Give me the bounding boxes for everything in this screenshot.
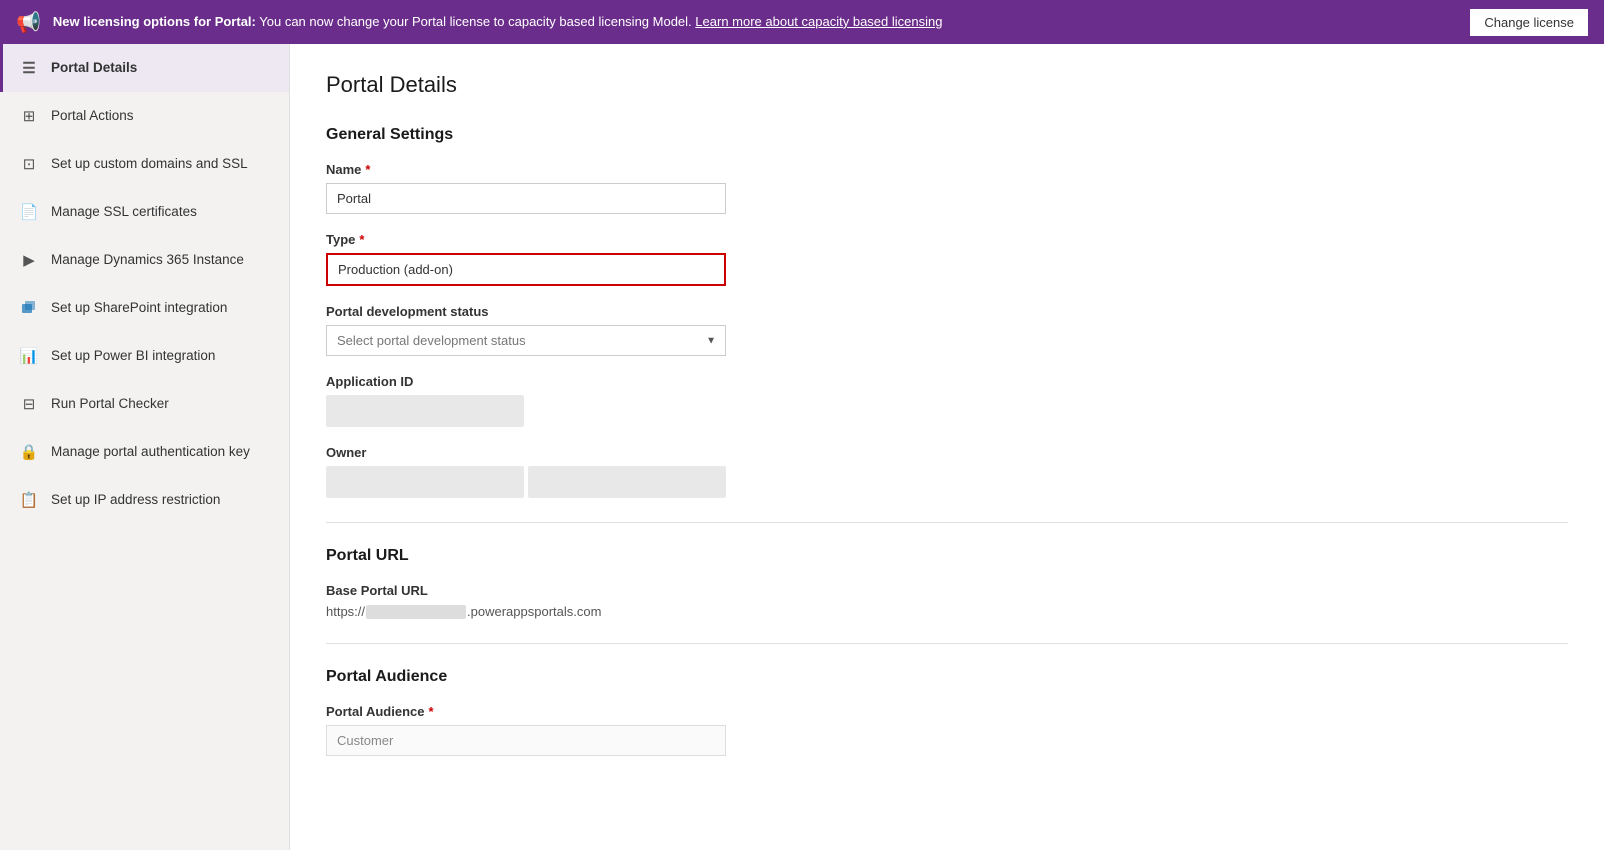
owner-bar-2: [528, 466, 726, 498]
dev-status-field-group: Portal development status Select portal …: [326, 304, 1568, 356]
base-url-label: Base Portal URL: [326, 583, 1568, 598]
type-field-group: Type *: [326, 232, 1568, 286]
sharepoint-icon: [19, 298, 39, 318]
dev-status-label: Portal development status: [326, 304, 1568, 319]
custom-domains-icon: ⊡: [19, 154, 39, 174]
portal-audience-input[interactable]: [326, 725, 726, 756]
portal-actions-icon: ⊞: [19, 106, 39, 126]
base-url-text: https:// .powerappsportals.com: [326, 604, 1568, 619]
owner-label: Owner: [326, 445, 1568, 460]
portal-audience-required: *: [428, 704, 433, 719]
ip-restriction-icon: 📋: [19, 490, 39, 510]
sidebar-label-custom-domains: Set up custom domains and SSL: [51, 155, 248, 173]
type-input[interactable]: [326, 253, 726, 286]
general-settings-title: General Settings: [326, 126, 1568, 144]
portal-audience-label: Portal Audience *: [326, 704, 1568, 719]
sidebar-item-portal-actions[interactable]: ⊞ Portal Actions: [0, 92, 289, 140]
sidebar-item-auth-key[interactable]: 🔒 Manage portal authentication key: [0, 428, 289, 476]
sidebar-label-auth-key: Manage portal authentication key: [51, 443, 250, 461]
app-id-skeleton: [326, 395, 726, 427]
app-id-bar: [326, 395, 524, 427]
portal-audience-title: Portal Audience: [326, 668, 1568, 686]
base-url-field-group: Base Portal URL https:// .powerappsporta…: [326, 583, 1568, 619]
auth-key-icon: 🔒: [19, 442, 39, 462]
sidebar-label-powerbi: Set up Power BI integration: [51, 347, 215, 365]
main-layout: ☰ Portal Details ⊞ Portal Actions ⊡ Set …: [0, 44, 1604, 850]
banner-icon: 📢: [16, 10, 41, 35]
sidebar-item-portal-details[interactable]: ☰ Portal Details: [0, 44, 289, 92]
dev-status-select[interactable]: Select portal development status: [326, 325, 726, 356]
ssl-certs-icon: 📄: [19, 202, 39, 222]
page-title: Portal Details: [326, 72, 1568, 98]
sidebar-label-portal-details: Portal Details: [51, 59, 137, 77]
sidebar-label-dynamics365: Manage Dynamics 365 Instance: [51, 251, 244, 269]
name-field-group: Name *: [326, 162, 1568, 214]
name-input[interactable]: [326, 183, 726, 214]
section-divider-1: [326, 522, 1568, 523]
sidebar-item-ip-restriction[interactable]: 📋 Set up IP address restriction: [0, 476, 289, 524]
sidebar-label-portal-actions: Portal Actions: [51, 107, 134, 125]
type-label: Type *: [326, 232, 1568, 247]
portal-details-icon: ☰: [19, 58, 39, 78]
name-required: *: [365, 162, 370, 177]
section-divider-2: [326, 643, 1568, 644]
app-id-field-group: Application ID: [326, 374, 1568, 427]
sidebar-item-portal-checker[interactable]: ⊟ Run Portal Checker: [0, 380, 289, 428]
sidebar-label-sharepoint: Set up SharePoint integration: [51, 299, 227, 317]
sidebar-item-dynamics365[interactable]: ▶ Manage Dynamics 365 Instance: [0, 236, 289, 284]
url-redacted: [366, 605, 466, 619]
main-content: Portal Details General Settings Name * T…: [290, 44, 1604, 850]
sidebar-item-sharepoint[interactable]: Set up SharePoint integration: [0, 284, 289, 332]
sidebar-item-ssl-certs[interactable]: 📄 Manage SSL certificates: [0, 188, 289, 236]
portal-audience-field-group: Portal Audience *: [326, 704, 1568, 756]
sidebar-label-portal-checker: Run Portal Checker: [51, 395, 169, 413]
portal-url-title: Portal URL: [326, 547, 1568, 565]
sidebar-item-custom-domains[interactable]: ⊡ Set up custom domains and SSL: [0, 140, 289, 188]
dev-status-select-wrapper: Select portal development status: [326, 325, 726, 356]
sidebar: ☰ Portal Details ⊞ Portal Actions ⊡ Set …: [0, 44, 290, 850]
owner-field-group: Owner: [326, 445, 1568, 498]
change-license-button[interactable]: Change license: [1470, 9, 1588, 36]
portal-checker-icon: ⊟: [19, 394, 39, 414]
name-label: Name *: [326, 162, 1568, 177]
owner-skeleton: [326, 466, 726, 498]
banner-text: New licensing options for Portal: You ca…: [53, 13, 1458, 31]
banner-description: You can now change your Portal license t…: [259, 14, 691, 29]
sidebar-label-ip-restriction: Set up IP address restriction: [51, 491, 220, 509]
banner-link[interactable]: Learn more about capacity based licensin…: [695, 14, 942, 29]
owner-bar-1: [326, 466, 524, 498]
app-id-label: Application ID: [326, 374, 1568, 389]
powerbi-icon: 📊: [19, 346, 39, 366]
top-banner: 📢 New licensing options for Portal: You …: [0, 0, 1604, 44]
type-required: *: [359, 232, 364, 247]
banner-bold: New licensing options for Portal:: [53, 14, 256, 29]
sidebar-label-ssl-certs: Manage SSL certificates: [51, 203, 197, 221]
dynamics365-icon: ▶: [19, 250, 39, 270]
sidebar-item-powerbi[interactable]: 📊 Set up Power BI integration: [0, 332, 289, 380]
